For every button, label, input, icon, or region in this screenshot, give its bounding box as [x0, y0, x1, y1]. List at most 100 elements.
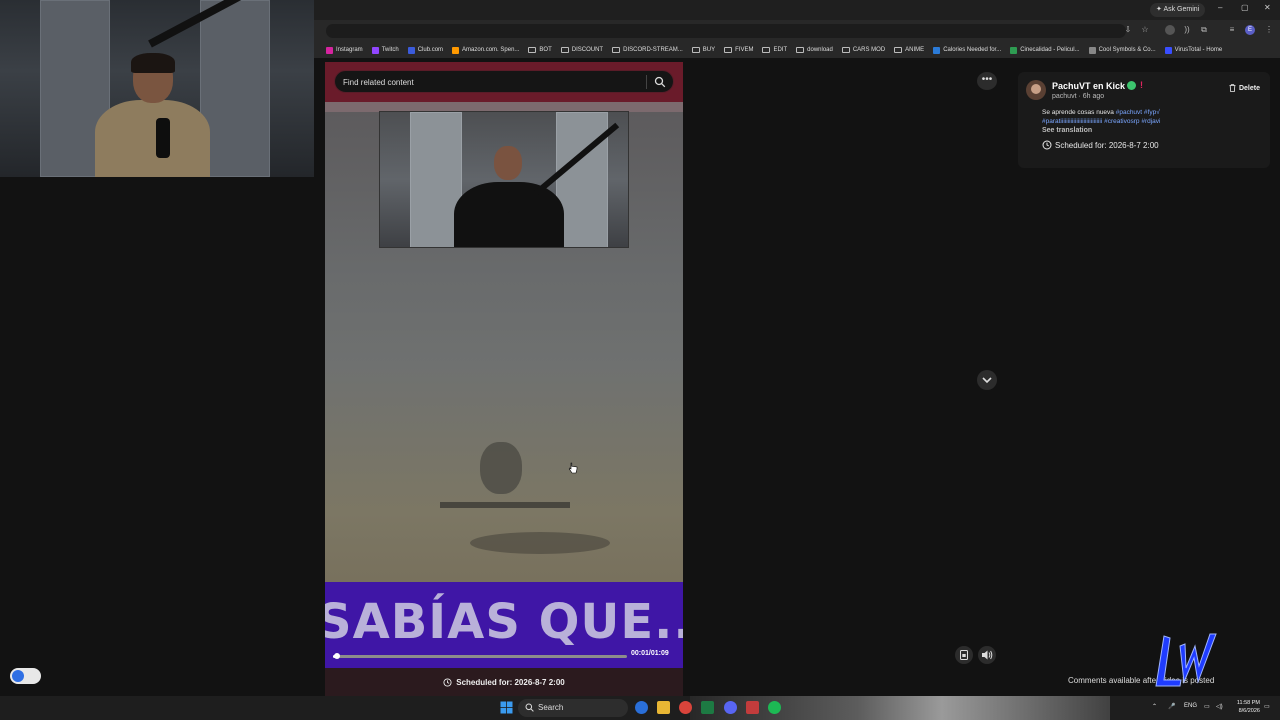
ask-gemini-label: Ask Gemini — [1163, 6, 1200, 13]
mouse-cursor-icon — [568, 462, 578, 474]
minimize-button[interactable]: – — [1218, 3, 1222, 12]
search-icon — [525, 703, 534, 712]
caption-icon — [960, 650, 968, 660]
close-button[interactable]: ✕ — [1264, 3, 1271, 12]
clock-date: 8/6/2026 — [1238, 708, 1260, 714]
windows-icon[interactable] — [500, 701, 513, 714]
search-divider — [646, 75, 647, 89]
bookmark-item[interactable]: DISCOUNT — [560, 47, 604, 53]
caption-hashtags[interactable]: #pachuvt #fyp√ — [1116, 109, 1160, 116]
video-helicopter — [440, 432, 610, 562]
discord-icon[interactable] — [724, 701, 737, 714]
bookmark-item[interactable]: Cinecalidad - Pelicul... — [1010, 46, 1080, 54]
site-favicon-icon — [1088, 46, 1096, 54]
site-favicon-icon — [371, 46, 379, 54]
caption-text: Se aprende cosas nueva — [1042, 109, 1116, 116]
notification-icon[interactable]: ▭ — [1264, 703, 1270, 710]
spotify-icon[interactable] — [768, 701, 781, 714]
bookmark-item[interactable]: Instagram — [326, 46, 363, 54]
bookmark-label: Twitch — [381, 47, 399, 53]
bookmark-label: Amazon.com. Spen... — [462, 47, 520, 53]
media-icon[interactable]: ≡ — [1227, 25, 1237, 35]
caption-hashtags[interactable]: #paratiiiiiiiiiiiiiiiiiiiiiiiiiiiii #cre… — [1042, 118, 1160, 125]
bookmark-label: BUY — [702, 47, 716, 53]
bookmark-item[interactable]: FIVEM — [724, 47, 753, 53]
omnibox[interactable] — [326, 24, 1126, 38]
bookmark-label: Cinecalidad - Pelicul... — [1020, 47, 1080, 53]
search-input[interactable] — [343, 75, 643, 89]
bookmark-label: DISCOUNT — [571, 47, 604, 53]
tray-chevron-icon[interactable]: ⌃ — [1152, 703, 1157, 710]
volume-button[interactable] — [978, 646, 996, 664]
author-avatar[interactable] — [1026, 80, 1046, 100]
caption-button[interactable] — [955, 646, 973, 664]
clock-time: 11:58 PM — [1236, 700, 1260, 706]
language-indicator[interactable]: ENG — [1184, 703, 1197, 709]
site-favicon-icon — [452, 46, 460, 54]
menu-icon[interactable]: ⋮ — [1264, 25, 1274, 35]
microphone — [156, 118, 170, 158]
bookmark-item[interactable]: Twitch — [371, 46, 399, 54]
webcam-overlay — [0, 0, 314, 177]
app-icon[interactable] — [746, 701, 759, 714]
bookmark-item[interactable]: VirusTotal - Home — [1164, 46, 1222, 54]
next-video-button[interactable] — [977, 370, 997, 390]
chrome-icon[interactable] — [679, 701, 692, 714]
bookmark-item[interactable]: ANIME — [894, 47, 924, 53]
video-webcam-inset — [379, 111, 629, 248]
taskbar-clock[interactable]: 11:58 PM 8/6/2026 — [1232, 699, 1260, 715]
streamer — [95, 53, 210, 177]
webcam-door — [200, 0, 270, 177]
bookmark-item[interactable]: BUY — [691, 47, 716, 53]
delete-button[interactable]: Delete — [1229, 84, 1260, 92]
video-scheduled-label: Scheduled for: 2026-8-7 2:00 — [456, 677, 565, 687]
more-options-button[interactable]: ••• — [977, 72, 997, 90]
bookmark-item[interactable]: EDIT — [762, 47, 787, 53]
post-scheduled: Scheduled for: 2026-8-7 2:00 — [1042, 140, 1159, 150]
star-icon[interactable]: ☆ — [1140, 25, 1150, 35]
toggle-switch[interactable] — [10, 668, 41, 684]
network-icon[interactable]: ▭ — [1204, 703, 1210, 710]
folder-icon — [691, 47, 700, 53]
bookmark-item[interactable]: Calories Needed for... — [933, 46, 1001, 54]
bookmark-label: Instagram — [336, 47, 363, 53]
ask-gemini-button[interactable]: ✦ Ask Gemini — [1150, 3, 1206, 17]
bookmark-item[interactable]: BOT — [528, 47, 552, 53]
video-time: 00:01/01:09 — [631, 650, 669, 657]
bookmark-item[interactable]: DISCORD-STREAM... — [612, 47, 683, 53]
search-icon[interactable] — [654, 76, 666, 88]
bookmark-item[interactable]: Cool Symbols & Co... — [1088, 46, 1156, 54]
edge-icon[interactable] — [635, 701, 648, 714]
author-name[interactable]: PachuVT en Kick — [1052, 81, 1125, 91]
taskbar-search[interactable]: Search — [518, 699, 628, 717]
trash-icon — [1229, 84, 1236, 92]
browser-title-bar — [314, 0, 1280, 20]
install-icon[interactable]: ⇩ — [1123, 25, 1133, 35]
excel-icon[interactable] — [701, 701, 714, 714]
verified-badge-icon — [1127, 81, 1136, 90]
bookmark-item[interactable]: Club.com — [407, 46, 443, 54]
address-bar: ⇩ ☆ )) ⧉ ≡ E ⋮ — [314, 20, 1280, 42]
post-meta: pachuvt · 6h ago — [1052, 93, 1105, 100]
profile-avatar[interactable]: E — [1245, 25, 1255, 35]
extension-wave-icon[interactable]: )) — [1182, 25, 1192, 35]
extension-circle-icon[interactable] — [1165, 25, 1175, 35]
see-translation-link[interactable]: See translation — [1042, 127, 1092, 134]
maximize-button[interactable]: ▢ — [1241, 3, 1249, 12]
screen: ✦ Ask Gemini – ▢ ✕ ⇩ ☆ )) ⧉ ≡ E ⋮ Instag… — [0, 0, 1280, 720]
volume-icon[interactable]: ◁) — [1216, 703, 1223, 710]
folder-icon — [762, 47, 771, 53]
bookmark-label: ANIME — [905, 47, 925, 53]
lw-watermark-logo — [1155, 633, 1217, 687]
taskbar-search-label: Search — [538, 703, 564, 712]
file-explorer-icon[interactable] — [657, 701, 670, 714]
bookmark-item[interactable]: download — [796, 47, 833, 53]
video-player[interactable]: SABÍAS QUE... 00:01/01:09 — [325, 102, 683, 688]
extensions-icon[interactable]: ⧉ — [1199, 25, 1209, 35]
bookmark-item[interactable]: CARS MOD — [841, 47, 885, 53]
clock-icon — [443, 677, 452, 687]
clock-icon — [1042, 140, 1052, 150]
microphone-icon[interactable]: 🎤 — [1168, 703, 1175, 710]
bookmark-item[interactable]: Amazon.com. Spen... — [452, 46, 520, 54]
video-progress-bar[interactable] — [333, 653, 627, 659]
